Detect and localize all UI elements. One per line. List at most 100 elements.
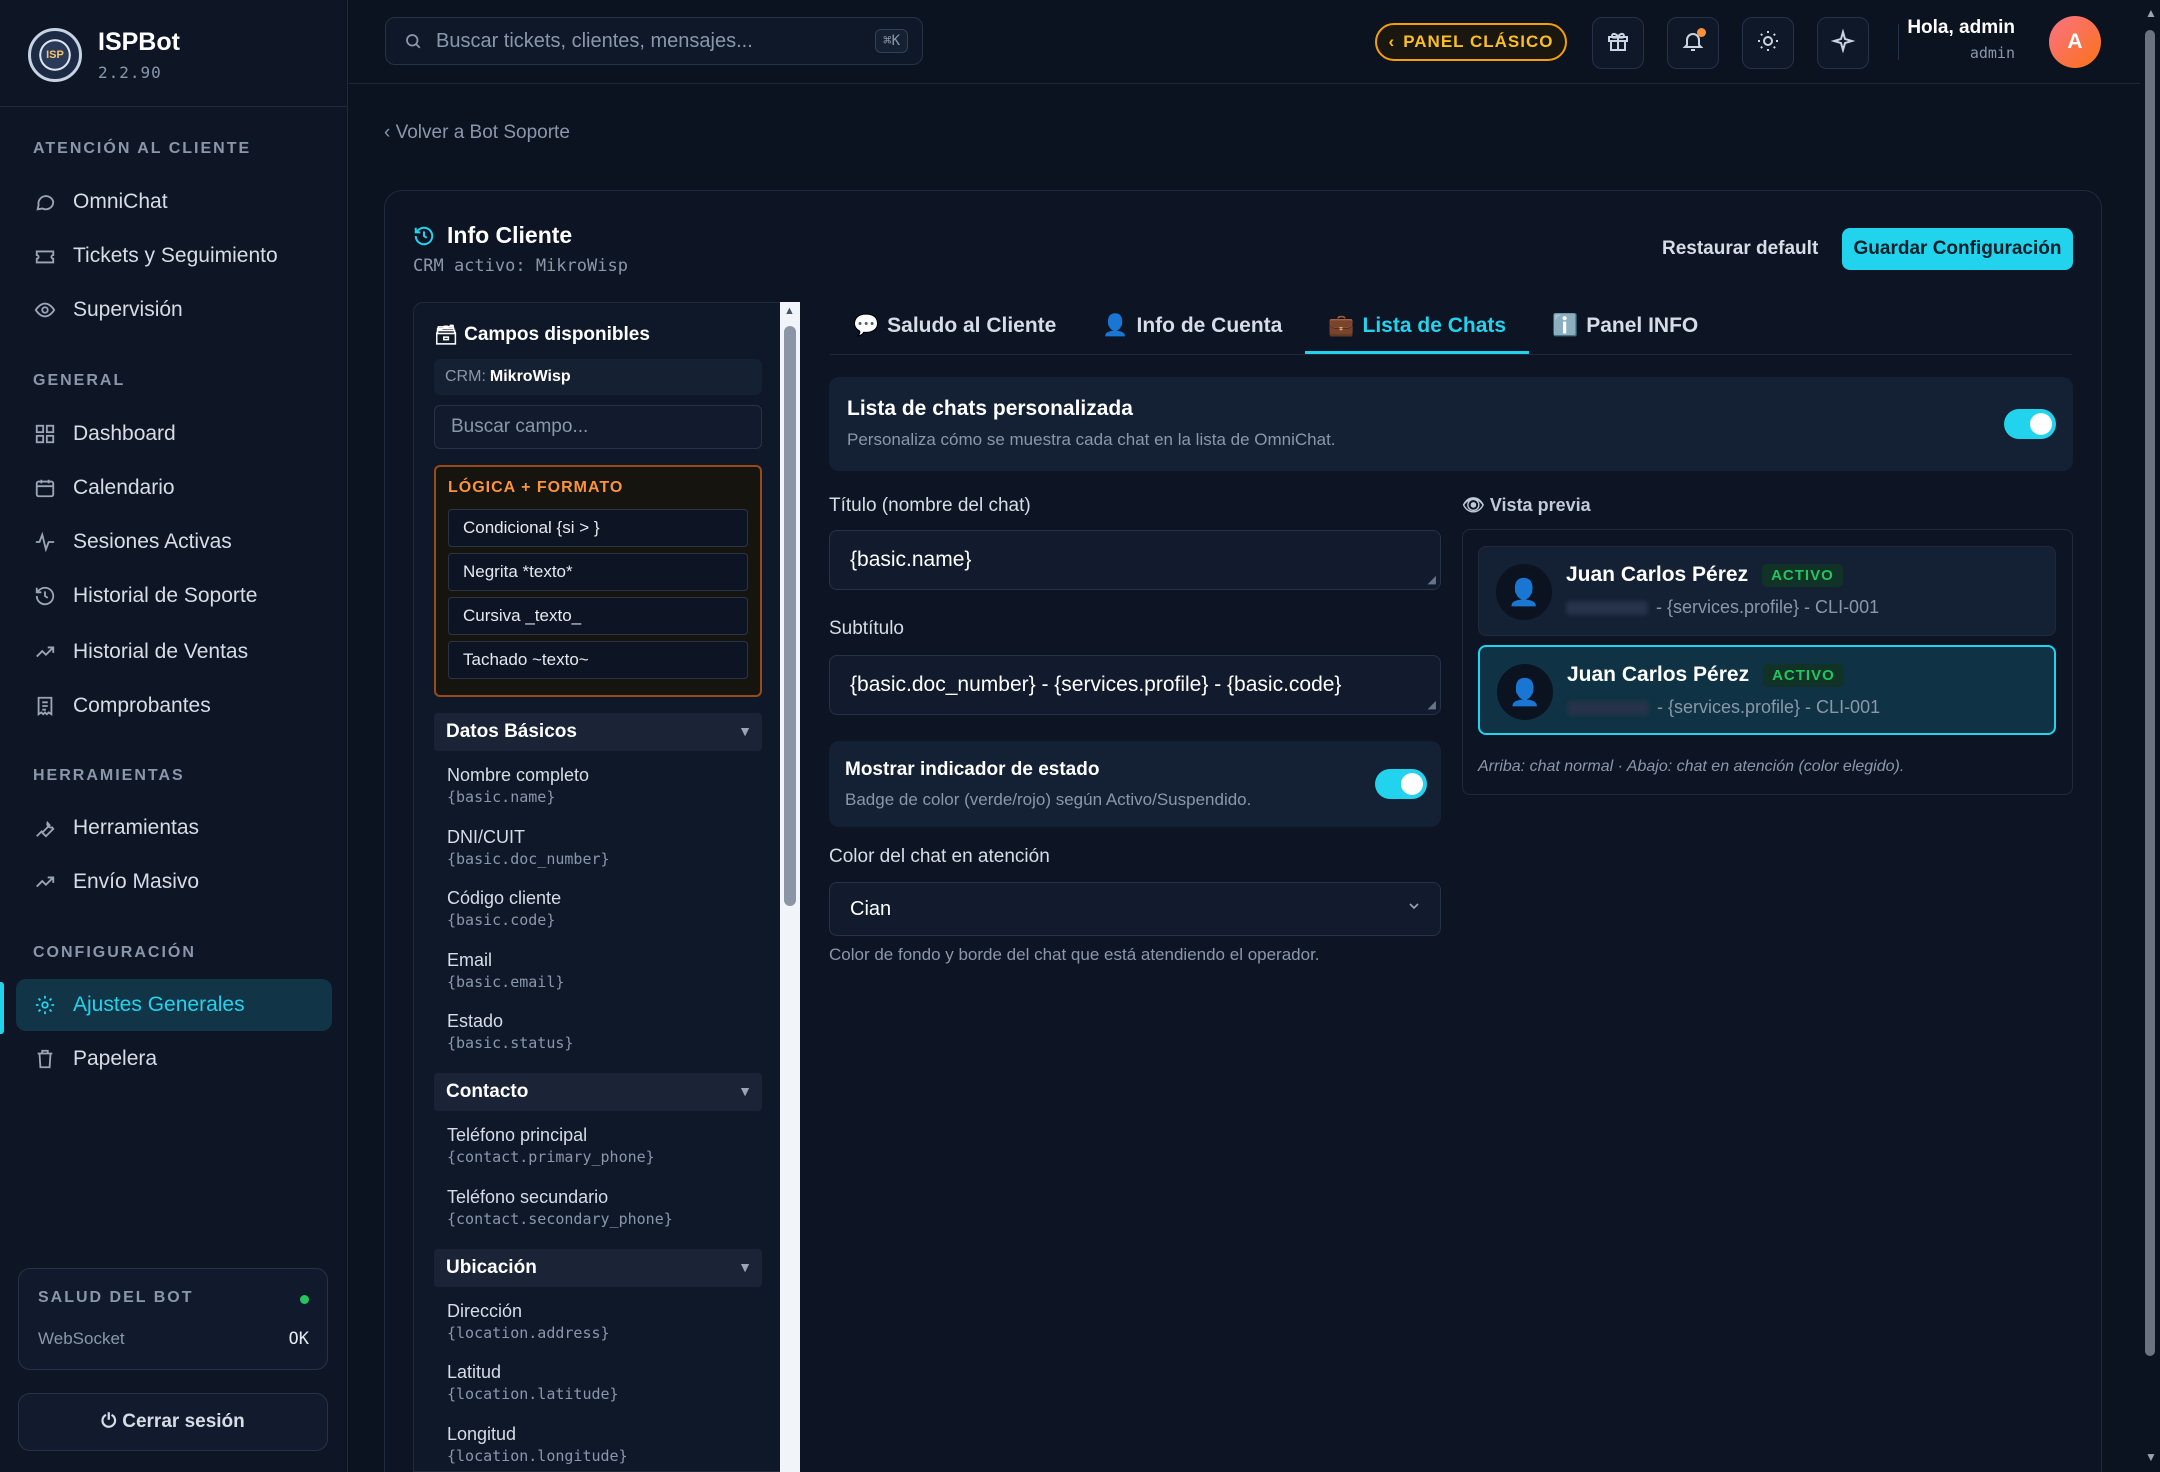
setting-title: Mostrar indicador de estado — [845, 759, 1100, 780]
sidebar-item-herramientas[interactable]: Herramientas — [16, 802, 332, 854]
field-key: {contact.primary_phone} — [447, 1148, 655, 1166]
field-item[interactable]: Nombre completo {basic.name} — [447, 765, 589, 806]
logic-format-box: LÓGICA + FORMATO Condicional {si > } Neg… — [434, 465, 762, 697]
sidebar-item-ajustes-generales[interactable]: Ajustes Generales — [16, 979, 332, 1031]
custom-chat-list-toggle[interactable] — [2004, 409, 2056, 439]
tab-label: Saludo al Cliente — [887, 314, 1057, 337]
tab-panel-info[interactable]: ℹ️ Panel INFO — [1529, 300, 1721, 352]
sidebar-item-comprobantes[interactable]: Comprobantes — [16, 680, 332, 732]
tab-lista-chats[interactable]: 💼 Lista de Chats — [1305, 300, 1529, 354]
resize-handle-icon[interactable]: ◢ — [1428, 573, 1436, 586]
sidebar-item-sesiones[interactable]: Sesiones Activas — [16, 516, 332, 568]
subtitle-field-label: Subtítulo — [829, 618, 904, 639]
logout-button[interactable]: ⏻ Cerrar sesión — [18, 1393, 328, 1451]
scroll-up-icon[interactable]: ▲ — [2145, 6, 2157, 20]
group-title: Ubicación — [446, 1257, 537, 1278]
field-name: Email — [447, 950, 493, 970]
sidebar-item-label: Dashboard — [73, 422, 176, 445]
group-header-datos-basicos[interactable]: Datos Básicos ▼ — [434, 713, 762, 751]
eye-icon — [33, 298, 57, 322]
sidebar-item-historial-ventas[interactable]: Historial de Ventas — [16, 626, 332, 678]
field-key: {basic.name} — [447, 788, 556, 806]
fields-title-text: Campos disponibles — [464, 324, 650, 345]
color-field-label: Color del chat en atención — [829, 846, 1050, 867]
field-item[interactable]: Email {basic.email} — [447, 950, 564, 991]
sidebar-item-label: Papelera — [73, 1047, 158, 1070]
sidebar-item-calendario[interactable]: Calendario — [16, 462, 332, 514]
field-item[interactable]: Teléfono secundario {contact.secondary_ph… — [447, 1187, 673, 1228]
field-name: Dirección — [447, 1301, 523, 1321]
sidebar-item-supervision[interactable]: Supervisión — [16, 284, 332, 336]
logic-item[interactable]: Tachado ~texto~ — [448, 641, 748, 679]
divider — [1898, 24, 1899, 60]
field-key: {basic.code} — [447, 911, 556, 929]
health-status-dot — [300, 1295, 309, 1304]
tab-info-cuenta[interactable]: 👤 Info de Cuenta — [1079, 300, 1305, 352]
group-title: Datos Básicos — [446, 721, 577, 742]
logic-item[interactable]: Negrita *texto* — [448, 553, 748, 591]
group-header-contacto[interactable]: Contacto ▼ — [434, 1073, 762, 1111]
sidebar-item-dashboard[interactable]: Dashboard — [16, 408, 332, 460]
sidebar-item-envio-masivo[interactable]: Envío Masivo — [16, 856, 332, 908]
eye-icon: 👁 — [1462, 495, 1485, 515]
sidebar-item-label: Comprobantes — [73, 694, 211, 717]
briefcase-icon: 💼 — [1328, 314, 1355, 337]
chat-subtitle-text: - {services.profile} - CLI-001 — [1656, 597, 1880, 617]
global-search[interactable]: Buscar tickets, clientes, mensajes... ⌘K — [385, 17, 923, 65]
health-value: OK — [288, 1329, 309, 1349]
back-link[interactable]: ‹ Volver a Bot Soporte — [384, 122, 570, 144]
sidebar-item-omnichat[interactable]: OmniChat — [16, 176, 332, 228]
sidebar-item-label: Historial de Soporte — [73, 584, 258, 607]
field-item[interactable]: DNI/CUIT {basic.doc_number} — [447, 827, 610, 868]
page-title: Info Cliente — [413, 222, 572, 249]
nav-section-title: GENERAL — [33, 372, 126, 389]
notifications-button[interactable] — [1667, 17, 1719, 69]
field-item[interactable]: Longitud {location.longitude} — [447, 1424, 628, 1465]
user-icon: 👤 — [1102, 314, 1129, 337]
logic-item[interactable]: Cursiva _texto_ — [448, 597, 748, 635]
chat-subtitle-input[interactable]: {basic.doc_number} - {services.profile} … — [829, 655, 1441, 715]
avatar[interactable]: A — [2049, 16, 2101, 68]
sidebar-item-label: Sesiones Activas — [73, 530, 232, 553]
page-title-text: Info Cliente — [447, 222, 573, 248]
fields-scrollbar[interactable]: ▲ — [780, 302, 800, 1472]
sparkle-button[interactable] — [1817, 17, 1869, 69]
tab-saludo[interactable]: 💬 Saludo al Cliente — [830, 300, 1079, 352]
tab-label: Panel INFO — [1586, 314, 1699, 337]
scroll-up-icon[interactable]: ▲ — [784, 305, 795, 317]
sidebar-item-papelera[interactable]: Papelera — [16, 1033, 332, 1085]
scroll-down-icon[interactable]: ▼ — [2145, 1450, 2157, 1464]
fields-title: 🗃 Campos disponibles — [434, 323, 650, 347]
gift-button[interactable] — [1592, 17, 1644, 69]
scrollbar-thumb[interactable] — [784, 326, 796, 906]
restore-default-button[interactable]: Restaurar default — [1662, 238, 1818, 260]
brand[interactable]: ISP ISPBot 2.2.90 — [28, 28, 180, 82]
sidebar-item-historial-soporte[interactable]: Historial de Soporte — [16, 570, 332, 622]
field-item[interactable]: Estado {basic.status} — [447, 1011, 573, 1052]
active-indicator — [0, 982, 4, 1034]
classic-panel-button[interactable]: ‹ PANEL CLÁSICO — [1375, 23, 1567, 61]
page-scrollbar[interactable]: ▲ ▼ — [2140, 0, 2160, 1472]
group-header-ubicacion[interactable]: Ubicación ▼ — [434, 1249, 762, 1287]
sidebar-item-label: Historial de Ventas — [73, 640, 249, 663]
field-name: Código cliente — [447, 888, 562, 908]
field-item[interactable]: Dirección {location.address} — [447, 1301, 610, 1342]
field-item[interactable]: Código cliente {basic.code} — [447, 888, 561, 929]
resize-handle-icon[interactable]: ◢ — [1428, 698, 1436, 711]
field-item[interactable]: Teléfono principal {contact.primary_phone… — [447, 1125, 655, 1166]
status-indicator-toggle[interactable] — [1375, 769, 1427, 799]
save-config-button[interactable]: Guardar Configuración — [1842, 228, 2073, 270]
receipt-icon — [33, 694, 57, 718]
field-name: Longitud — [447, 1424, 517, 1444]
sidebar-item-label: OmniChat — [73, 190, 168, 213]
chat-title-input[interactable]: {basic.name} ◢ — [829, 530, 1441, 590]
theme-toggle-button[interactable] — [1742, 17, 1794, 69]
field-search-input[interactable]: Buscar campo... — [434, 405, 762, 449]
scrollbar-thumb[interactable] — [2145, 30, 2155, 1356]
field-item[interactable]: Latitud {location.latitude} — [447, 1362, 619, 1403]
attend-color-select[interactable]: Cian — [829, 882, 1441, 936]
card-index-icon: 🗃 — [434, 325, 459, 346]
config-tabs: 💬 Saludo al Cliente 👤 Info de Cuenta 💼 List… — [830, 300, 1721, 354]
sidebar-item-tickets[interactable]: Tickets y Seguimiento — [16, 230, 332, 282]
logic-item[interactable]: Condicional {si > } — [448, 509, 748, 547]
